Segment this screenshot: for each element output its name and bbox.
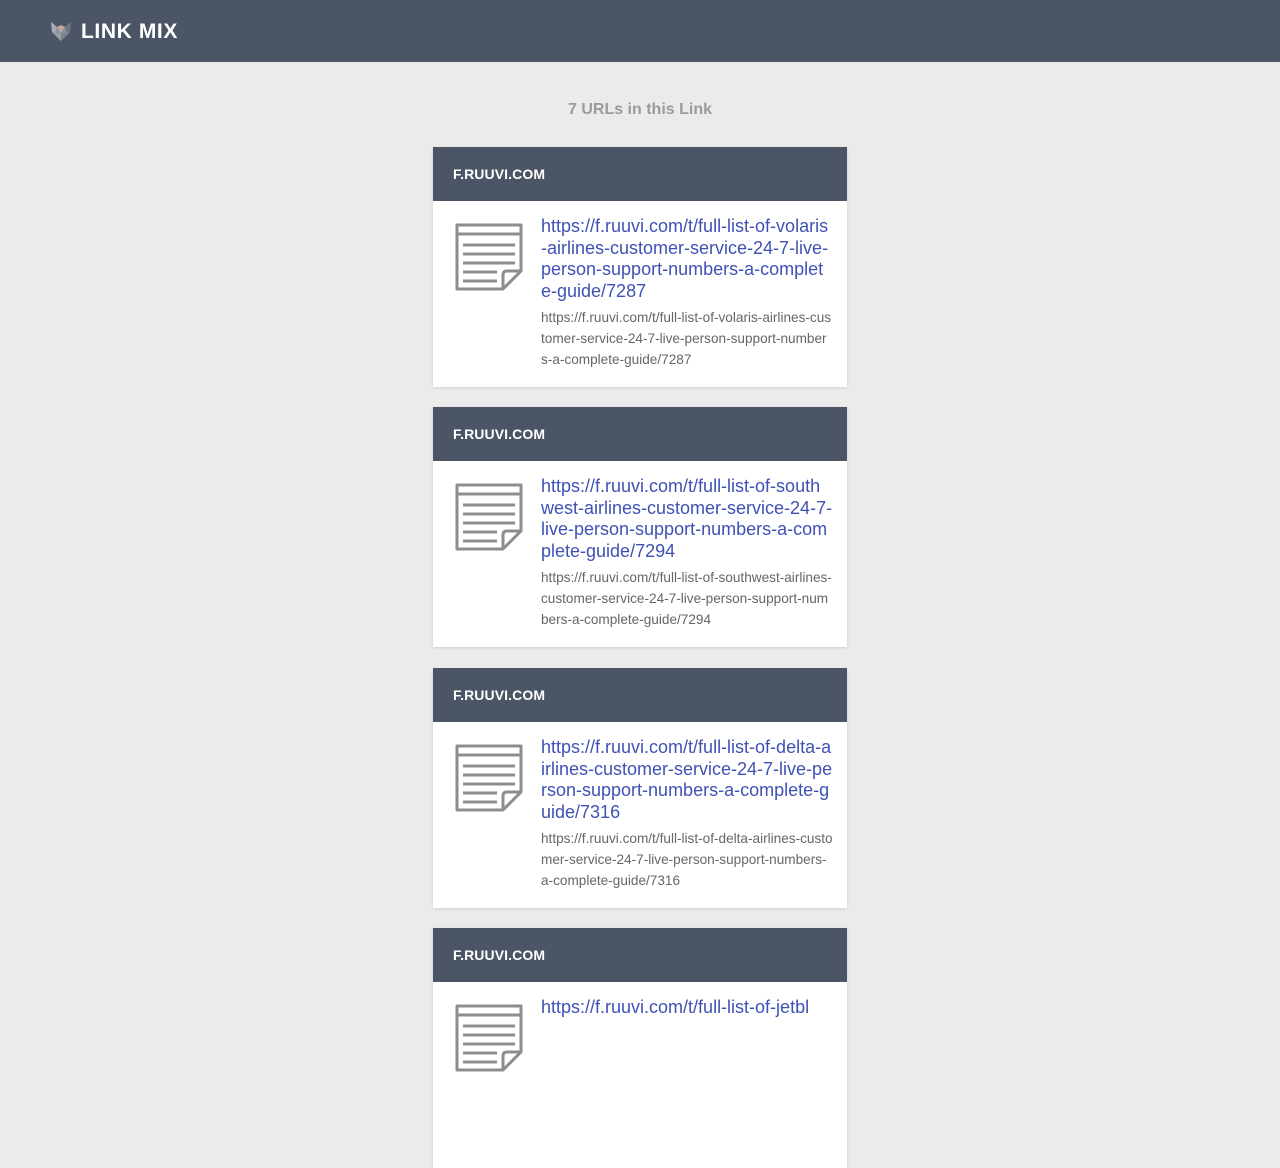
url-count: 7 URLs in this Link <box>567 101 712 118</box>
link-title[interactable]: https://f.ruuvi.com/t/full-list-of-south… <box>541 476 833 562</box>
card-body: https://f.ruuvi.com/t/full-list-of-volar… <box>433 201 847 387</box>
card-domain: F.RUUVI.COM <box>433 407 847 461</box>
document-icon <box>455 1004 523 1072</box>
top-bar: LINK MIX <box>0 0 1280 62</box>
card-domain: F.RUUVI.COM <box>433 147 847 201</box>
link-title[interactable]: https://f.ruuvi.com/t/full-list-of-delta… <box>541 737 833 823</box>
fox-logo-icon <box>51 22 71 41</box>
brand-name: LINK MIX <box>81 19 178 43</box>
link-card: F.RUUVI.COM https://f.ruuvi.com/t/full-l… <box>433 147 847 387</box>
card-body: https://f.ruuvi.com/t/full-list-of-delta… <box>433 722 847 908</box>
link-card: F.RUUVI.COM https://f.ruuvi.com/t/full-l… <box>433 668 847 908</box>
document-icon <box>455 744 523 812</box>
card-domain: F.RUUVI.COM <box>433 668 847 722</box>
brand-home-link[interactable]: LINK MIX <box>49 19 178 44</box>
link-url: https://f.ruuvi.com/t/full-list-of-volar… <box>541 310 832 367</box>
document-icon <box>455 223 523 291</box>
link-card: F.RUUVI.COM https://f.ruuvi.com/t/full-l… <box>433 407 847 647</box>
link-card: F.RUUVI.COM https://f.ruuvi.com/t/full-l… <box>433 928 847 1168</box>
link-url: https://f.ruuvi.com/t/full-list-of-south… <box>541 570 832 627</box>
link-title[interactable]: https://f.ruuvi.com/t/full-list-of-volar… <box>541 216 833 302</box>
card-body: https://f.ruuvi.com/t/full-list-of-jetbl <box>433 982 847 1168</box>
document-icon <box>455 483 523 551</box>
link-url: https://f.ruuvi.com/t/full-list-of-delta… <box>541 831 833 888</box>
card-domain: F.RUUVI.COM <box>433 928 847 982</box>
link-title[interactable]: https://f.ruuvi.com/t/full-list-of-jetbl <box>541 997 833 1019</box>
card-body: https://f.ruuvi.com/t/full-list-of-south… <box>433 461 847 647</box>
